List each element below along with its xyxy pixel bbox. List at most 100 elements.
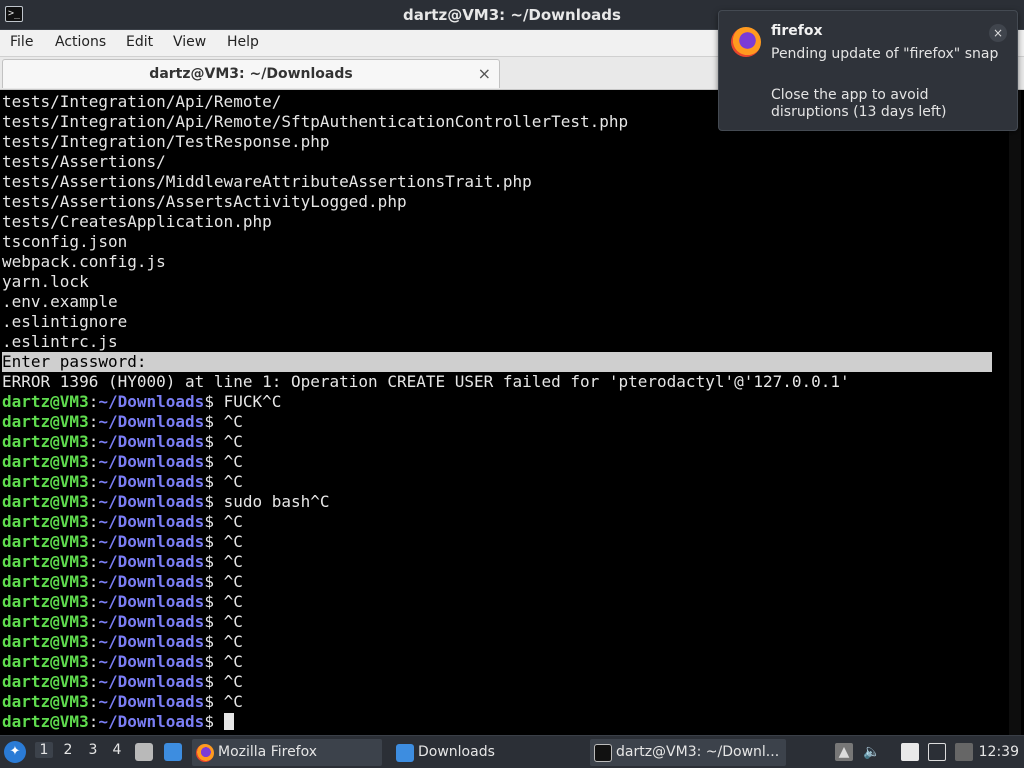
prompt-symbol: $ xyxy=(204,472,224,491)
command-text: ^C xyxy=(223,452,243,471)
workspace-1[interactable]: 1 xyxy=(35,742,53,758)
start-menu-icon[interactable]: ✦ xyxy=(4,741,26,763)
prompt-path: ~/Downloads xyxy=(98,472,205,491)
prompt-user: dartz@VM3 xyxy=(2,552,89,571)
prompt-user: dartz@VM3 xyxy=(2,412,89,431)
notification-popup[interactable]: firefox Pending update of "firefox" snap… xyxy=(718,10,1018,131)
prompt-symbol: $ xyxy=(204,632,224,651)
error-line: ERROR 1396 (HY000) at line 1: Operation … xyxy=(2,372,850,391)
terminal-output: tests/Integration/Api/Remote/tests/Integ… xyxy=(2,92,992,732)
prompt-symbol: $ xyxy=(204,652,224,671)
command-text: ^C xyxy=(223,672,243,691)
command-text: ^C xyxy=(223,552,243,571)
command-text: ^C xyxy=(223,632,243,651)
prompt-line: dartz@VM3:~/Downloads$ ^C xyxy=(2,632,992,652)
workspace-2[interactable]: 2 xyxy=(59,742,77,758)
scroll-icon[interactable]: ▲ xyxy=(835,743,853,761)
prompt-user: dartz@VM3 xyxy=(2,532,89,551)
terminal-output-line: yarn.lock xyxy=(2,272,89,291)
notification-title: firefox xyxy=(771,23,823,39)
prompt-separator: : xyxy=(88,612,99,631)
terminal-output-line: .env.example xyxy=(2,292,118,311)
prompt-separator: : xyxy=(88,712,99,731)
prompt-symbol: $ xyxy=(204,492,224,511)
clipboard-icon[interactable] xyxy=(901,743,919,761)
clock: 12:39 xyxy=(978,744,1019,760)
terminal-icon xyxy=(594,744,612,762)
terminal-output-line: tsconfig.json xyxy=(2,232,128,251)
prompt-separator: : xyxy=(88,592,99,611)
volume-icon[interactable]: 🔈 xyxy=(863,743,881,761)
prompt-separator: : xyxy=(88,512,99,531)
command-text: ^C xyxy=(223,572,243,591)
prompt-user: dartz@VM3 xyxy=(2,652,89,671)
prompt-user: dartz@VM3 xyxy=(2,472,89,491)
prompt-separator: : xyxy=(88,452,99,471)
prompt-user: dartz@VM3 xyxy=(2,692,89,711)
task-label: Downloads xyxy=(418,744,495,760)
terminal-output-line: tests/Integration/TestResponse.php xyxy=(2,132,330,151)
prompt-line: dartz@VM3:~/Downloads$ ^C xyxy=(2,432,992,452)
prompt-user: dartz@VM3 xyxy=(2,452,89,471)
prompt-user: dartz@VM3 xyxy=(2,512,89,531)
terminal-output-line: webpack.config.js xyxy=(2,252,166,271)
prompt-separator: : xyxy=(88,552,99,571)
text-cursor xyxy=(223,713,234,730)
prompt-line: dartz@VM3:~/Downloads$ ^C xyxy=(2,412,992,432)
prompt-path: ~/Downloads xyxy=(98,432,205,451)
prompt-separator: : xyxy=(88,532,99,551)
desktop-icon[interactable] xyxy=(164,743,182,761)
tab-terminal[interactable]: dartz@VM3: ~/Downloads × xyxy=(2,59,500,88)
scrollbar[interactable] xyxy=(1009,90,1021,735)
menu-file[interactable]: File xyxy=(10,34,33,50)
prompt-symbol: $ xyxy=(204,412,224,431)
workspace-3[interactable]: 3 xyxy=(84,742,102,758)
display-icon[interactable] xyxy=(928,743,946,761)
menu-view[interactable]: View xyxy=(173,34,206,50)
prompt-separator: : xyxy=(88,492,99,511)
command-text: sudo bash^C xyxy=(223,492,330,511)
task-terminal[interactable]: dartz@VM3: ~/Downl... xyxy=(590,739,786,766)
prompt-symbol: $ xyxy=(204,452,224,471)
terminal-output-line: tests/Assertions/MiddlewareAttributeAsse… xyxy=(2,172,532,191)
prompt-line: dartz@VM3:~/Downloads$ ^C xyxy=(2,472,992,492)
prompt-symbol: $ xyxy=(204,512,224,531)
prompt-separator: : xyxy=(88,432,99,451)
terminal-output-line: tests/CreatesApplication.php xyxy=(2,212,272,231)
command-text: ^C xyxy=(223,612,243,631)
prompt-user: dartz@VM3 xyxy=(2,672,89,691)
menu-edit[interactable]: Edit xyxy=(126,34,153,50)
terminal-output-line: tests/Assertions/AssertsActivityLogged.p… xyxy=(2,192,407,211)
prompt-path: ~/Downloads xyxy=(98,712,205,731)
menu-help[interactable]: Help xyxy=(227,34,259,50)
prompt-path: ~/Downloads xyxy=(98,652,205,671)
command-text: ^C xyxy=(223,652,243,671)
terminal-area[interactable]: tests/Integration/Api/Remote/tests/Integ… xyxy=(0,90,1024,735)
network-icon[interactable] xyxy=(955,743,973,761)
file-manager-launcher-icon[interactable] xyxy=(135,743,153,761)
prompt-line: dartz@VM3:~/Downloads$ ^C xyxy=(2,652,992,672)
prompt-symbol: $ xyxy=(204,672,224,691)
prompt-separator: : xyxy=(88,672,99,691)
workspace-4[interactable]: 4 xyxy=(108,742,126,758)
task-firefox[interactable]: Mozilla Firefox xyxy=(192,739,382,766)
close-icon[interactable]: × xyxy=(478,64,491,83)
task-downloads[interactable]: Downloads xyxy=(392,739,582,766)
prompt-symbol: $ xyxy=(204,432,224,451)
prompt-path: ~/Downloads xyxy=(98,692,205,711)
prompt-path: ~/Downloads xyxy=(98,572,205,591)
prompt-path: ~/Downloads xyxy=(98,492,205,511)
prompt-symbol: $ xyxy=(204,572,224,591)
prompt-symbol: $ xyxy=(204,692,224,711)
menu-actions[interactable]: Actions xyxy=(55,34,106,50)
terminal-output-line: .eslintignore xyxy=(2,312,128,331)
prompt-line: dartz@VM3:~/Downloads$ ^C xyxy=(2,692,992,712)
prompt-separator: : xyxy=(88,392,99,411)
prompt-path: ~/Downloads xyxy=(98,592,205,611)
prompt-user: dartz@VM3 xyxy=(2,612,89,631)
prompt-symbol: $ xyxy=(204,712,224,731)
firefox-icon xyxy=(196,744,214,762)
command-text: ^C xyxy=(223,692,243,711)
close-icon[interactable]: × xyxy=(989,24,1007,42)
prompt-symbol: $ xyxy=(204,392,224,411)
